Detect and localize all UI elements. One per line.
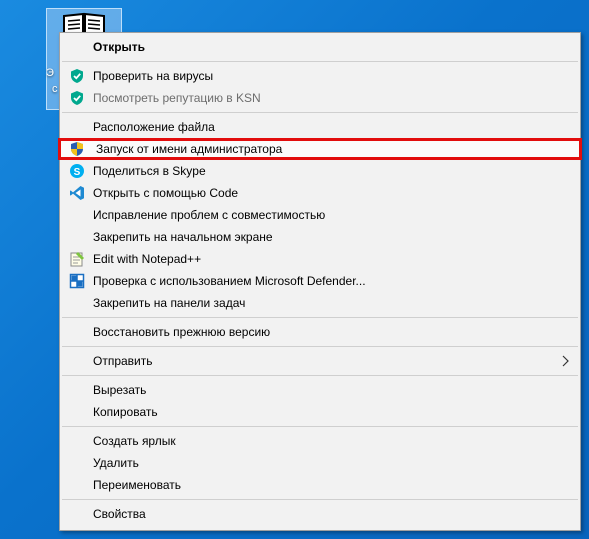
menu-separator: [62, 375, 578, 376]
menu-separator: [62, 112, 578, 113]
menu-item-restore-previous[interactable]: Восстановить прежнюю версию: [60, 321, 580, 343]
menu-item-label: Расположение файла: [93, 120, 215, 134]
menu-item-rename[interactable]: Переименовать: [60, 474, 580, 496]
kaspersky-shield-icon: [71, 91, 83, 105]
desktop-file-label: Э: [46, 67, 54, 79]
menu-item-label: Открыть с помощью Code: [93, 186, 239, 200]
notepadpp-icon: [70, 252, 84, 267]
menu-item-copy[interactable]: Копировать: [60, 401, 580, 423]
menu-item-label: Запуск от имени администратора: [96, 142, 283, 156]
menu-item-cut[interactable]: Вырезать: [60, 379, 580, 401]
menu-item-open[interactable]: Открыть: [60, 36, 580, 58]
menu-item-label: Поделиться в Skype: [93, 164, 206, 178]
menu-item-properties[interactable]: Свойства: [60, 503, 580, 525]
skype-icon: S: [70, 164, 84, 178]
menu-item-defender-scan[interactable]: Проверка с использованием Microsoft Defe…: [60, 270, 580, 292]
menu-item-label: Проверить на вирусы: [93, 69, 214, 83]
menu-item-label: Свойства: [93, 507, 146, 521]
menu-separator: [62, 499, 578, 500]
menu-item-create-shortcut[interactable]: Создать ярлык: [60, 430, 580, 452]
menu-separator: [62, 317, 578, 318]
uac-shield-icon: [71, 142, 83, 156]
menu-item-label: Отправить: [93, 354, 153, 368]
menu-item-label: Закрепить на начальном экране: [93, 230, 273, 244]
menu-item-label: Исправление проблем с совместимостью: [93, 208, 326, 222]
menu-item-send-to[interactable]: Отправить: [60, 350, 580, 372]
menu-item-file-location[interactable]: Расположение файла: [60, 116, 580, 138]
context-menu: Открыть Проверить на вирусы Посмотреть р…: [58, 32, 582, 531]
chevron-right-icon: [562, 355, 569, 367]
menu-item-label: Проверка с использованием Microsoft Defe…: [93, 274, 366, 288]
menu-item-share-skype[interactable]: S Поделиться в Skype: [60, 160, 580, 182]
menu-item-label: Удалить: [93, 456, 139, 470]
menu-item-compat-troubleshoot[interactable]: Исправление проблем с совместимостью: [60, 204, 580, 226]
menu-item-label: Создать ярлык: [93, 434, 176, 448]
menu-item-run-as-admin[interactable]: Запуск от имени администратора: [58, 138, 582, 160]
menu-item-pin-taskbar[interactable]: Закрепить на панели задач: [60, 292, 580, 314]
menu-item-scan-virus[interactable]: Проверить на вирусы: [60, 65, 580, 87]
vscode-icon: [70, 186, 84, 200]
defender-icon: [69, 273, 85, 289]
menu-item-label: Открыть: [93, 40, 146, 54]
menu-separator: [62, 426, 578, 427]
menu-item-ksn-reputation[interactable]: Посмотреть репутацию в KSN: [60, 87, 580, 109]
svg-text:S: S: [74, 167, 81, 178]
menu-item-delete[interactable]: Удалить: [60, 452, 580, 474]
menu-item-label: Восстановить прежнюю версию: [93, 325, 271, 339]
menu-item-label: Закрепить на панели задач: [93, 296, 246, 310]
menu-separator: [62, 346, 578, 347]
menu-item-label: Посмотреть репутацию в KSN: [93, 91, 261, 105]
kaspersky-shield-icon: [71, 69, 83, 83]
desktop-file-label-line2: с: [52, 83, 58, 95]
menu-item-label: Копировать: [93, 405, 158, 419]
menu-item-edit-notepadpp[interactable]: Edit with Notepad++: [60, 248, 580, 270]
menu-item-label: Переименовать: [93, 478, 181, 492]
menu-item-open-with-code[interactable]: Открыть с помощью Code: [60, 182, 580, 204]
menu-separator: [62, 61, 578, 62]
menu-item-label: Edit with Notepad++: [93, 252, 202, 266]
menu-item-pin-start[interactable]: Закрепить на начальном экране: [60, 226, 580, 248]
menu-item-label: Вырезать: [93, 383, 147, 397]
